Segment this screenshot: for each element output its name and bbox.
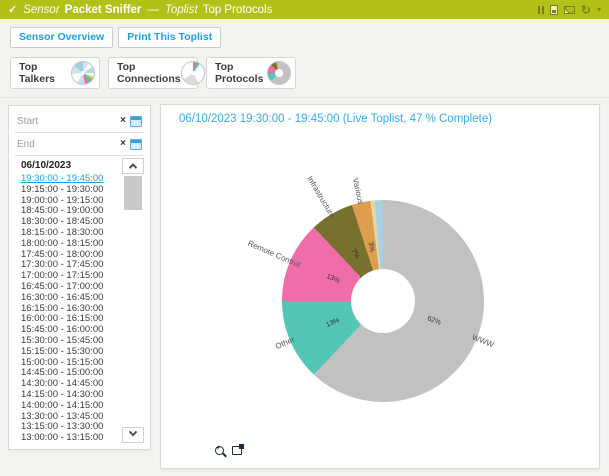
toplist-card-top-protocols[interactable]: Top Protocols xyxy=(206,57,296,89)
zoom-icon[interactable] xyxy=(215,446,224,455)
chart-footer-icons xyxy=(215,446,242,455)
time-range-item[interactable]: 15:15:00 - 15:30:00 xyxy=(21,347,122,358)
toplist-cards: Top Talkers Top Connections Top Protocols xyxy=(10,57,296,89)
time-range-item[interactable]: 14:00:00 - 14:15:00 xyxy=(21,401,122,412)
open-external-icon[interactable] xyxy=(232,446,242,455)
clear-start-icon[interactable]: × xyxy=(120,116,126,126)
pie-talkers-icon xyxy=(71,61,95,85)
start-date-row: × xyxy=(15,110,144,133)
header-action-icons: ↻ ▾ xyxy=(538,5,601,15)
chevron-down-icon[interactable]: ▾ xyxy=(597,5,601,14)
time-range-item[interactable]: 13:00:00 - 13:15:00 xyxy=(21,433,122,443)
toplist-label: Toplist xyxy=(165,4,198,16)
chart-area: 62%WWW13%Other13%Remote Control7%Infrast… xyxy=(161,105,599,468)
print-toplist-button[interactable]: Print This Toplist xyxy=(118,27,221,48)
slice-name-label: Other xyxy=(274,335,296,351)
toplist-chart-panel: 06/10/2023 19:30:00 - 19:45:00 (Live Top… xyxy=(160,104,600,469)
end-date-input[interactable] xyxy=(17,139,116,150)
time-range-item[interactable]: 19:15:00 - 19:30:00 xyxy=(21,185,122,196)
slice-name-label: Various xyxy=(351,177,366,205)
card-label: Top Protocols xyxy=(215,61,267,85)
pause-icon[interactable] xyxy=(538,6,544,14)
donut-hole xyxy=(351,269,415,333)
sensor-label: Sensor xyxy=(23,4,59,16)
breadcrumb-separator: — xyxy=(147,4,159,16)
toplist-card-top-connections[interactable]: Top Connections xyxy=(108,57,198,89)
date-header: 06/10/2023 xyxy=(21,160,122,174)
time-range-list-wrap: 06/10/2023 19:30:00 - 19:45:0019:15:00 -… xyxy=(15,158,144,443)
time-range-item[interactable]: 16:30:00 - 16:45:00 xyxy=(21,293,122,304)
card-label: Top Connections xyxy=(117,61,181,85)
page-title: Top Protocols xyxy=(203,4,273,16)
sensor-overview-button[interactable]: Sensor Overview xyxy=(10,27,113,48)
slice-name-label: WWW xyxy=(471,332,495,349)
scrollbar xyxy=(122,158,144,443)
time-range-list: 06/10/2023 19:30:00 - 19:45:0019:15:00 -… xyxy=(15,158,122,443)
time-range-sidebar: × × 06/10/2023 19:30:00 - 19:45:0019:15:… xyxy=(8,105,151,450)
scroll-up-button[interactable] xyxy=(122,158,144,174)
toolbar: Sensor OverviewPrint This Toplist xyxy=(10,27,221,48)
card-label: Top Talkers xyxy=(19,61,71,85)
section-divider xyxy=(0,97,609,98)
status-ok-icon: ✓ xyxy=(8,3,17,16)
sensor-name: Packet Sniffer xyxy=(65,4,142,16)
report-icon[interactable] xyxy=(550,5,558,15)
time-range-item[interactable]: 18:00:00 - 18:15:00 xyxy=(21,239,122,250)
toplist-card-top-talkers[interactable]: Top Talkers xyxy=(10,57,100,89)
calendar-icon[interactable] xyxy=(130,116,142,127)
end-date-row: × xyxy=(15,133,144,156)
clear-end-icon[interactable]: × xyxy=(120,139,126,149)
scroll-down-button[interactable] xyxy=(122,427,144,443)
scrollbar-thumb[interactable] xyxy=(124,176,142,210)
email-icon[interactable] xyxy=(564,6,575,14)
calendar-icon[interactable] xyxy=(130,139,142,150)
refresh-icon[interactable]: ↻ xyxy=(581,5,591,15)
pie-connections-icon xyxy=(181,61,205,85)
slice-name-label: Infrastructure xyxy=(306,174,338,219)
start-date-input[interactable] xyxy=(17,116,116,127)
pie-protocols-icon xyxy=(267,61,291,85)
sensor-header-bar: ✓ Sensor Packet Sniffer — Toplist Top Pr… xyxy=(0,0,609,19)
